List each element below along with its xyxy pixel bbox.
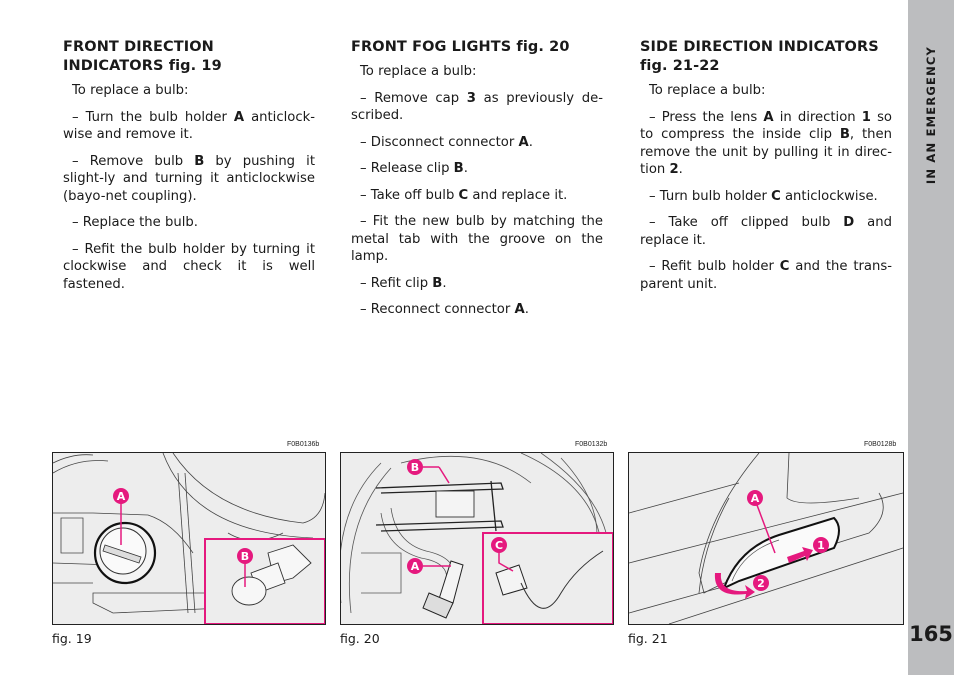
step-text: and replace it. [468,187,568,203]
callout-a-label: A [117,490,126,503]
part-reference: B [194,153,205,169]
figure-code: F0B0128b [864,441,897,448]
step-text: – Refit the bulb holder by turning it cl… [63,241,315,292]
step-text: – Disconnect connector [360,134,519,150]
part-reference: B [453,161,464,176]
section-side-direction-indicators: SIDE DIRECTION INDICATORS fig. 21-22 To … [640,38,892,302]
step-text: – Turn bulb holder [649,188,772,204]
step-text: – Replace the bulb. [72,215,198,230]
callout-1-label: 1 [817,539,825,552]
figure-20-illustration: B A C [340,452,614,625]
step-text: . [524,302,529,317]
instruction-step: – Press the lens A in direction 1 so to … [640,109,892,179]
chapter-label: IN AN EMERGENCY [922,40,940,190]
chapter-label-text: IN AN EMERGENCY [924,45,938,185]
instruction-step: – Reconnect connector A. [351,301,603,319]
part-reference: A [763,109,774,125]
instruction-step: – Release clip B. [351,160,603,178]
part-reference: C [458,187,469,203]
step-text: – Reconnect connector [360,302,515,317]
part-reference: C [771,188,781,204]
part-reference: 1 [861,109,871,125]
steps: – Turn the bulb holder A anticlock-wise … [63,109,315,294]
part-reference: B [432,275,443,291]
part-reference: 2 [669,162,679,177]
step-text: in direction [773,109,862,125]
step-text: – Release clip [360,161,454,176]
instruction-step: – Take off bulb C and replace it. [351,187,603,205]
callout-b-label: B [241,550,249,563]
step-text: – Turn the bulb holder [72,109,234,125]
title-text: SIDE DIRECTION INDICATORS [640,39,879,55]
headlamp-drawing: A B [53,453,325,624]
step-text: – Remove bulb [72,153,195,169]
step-text: – Refit bulb holder [649,259,780,274]
part-reference: D [843,215,855,230]
callout-2-label: 2 [757,577,765,590]
step-text: – Take off bulb [360,187,459,203]
intro-text: To replace a bulb: [649,83,766,98]
instruction-step: – Disconnect connector A. [351,134,603,152]
callout-a-label: A [411,560,420,573]
intro-text: To replace a bulb: [72,83,189,98]
section-title: FRONT DIRECTION INDICATORS fig. 19 [63,38,315,76]
instruction-step: – Fit the new bulb by matching the metal… [351,213,603,266]
fog-light-drawing: B A C [341,453,613,624]
step-text: anticlockwise. [780,188,878,204]
section-front-fog-lights: FRONT FOG LIGHTS fig. 20 To replace a bu… [351,38,603,328]
title-fig-ref: fig. 21-22 [640,58,720,74]
instruction-step: – Refit the bulb holder by turning it cl… [63,241,315,294]
callout-a-label: A [751,492,760,505]
figure-caption: fig. 21 [628,631,668,646]
step-text: . [463,161,468,176]
part-reference: 3 [466,90,476,106]
figure-caption: fig. 20 [340,631,380,646]
step-text: – Refit clip [360,275,433,291]
step-text: . [528,134,533,150]
step-text: . [678,162,683,177]
title-fig-ref: fig. 20 [516,39,570,55]
side-indicator-drawing: A 1 2 [629,453,903,624]
part-reference: A [233,109,245,125]
instruction-step: – Replace the bulb. [63,214,315,232]
instruction-step: – Remove bulb B by pushing it slight-ly … [63,153,315,206]
step-text: – Fit the new bulb by matching the metal… [351,214,603,264]
part-reference: C [779,259,790,274]
step-text: – Press the lens [649,109,764,125]
instruction-step: – Take off clipped bulb D and replace it… [640,214,892,249]
callout-b-label: B [411,461,419,474]
figure-code: F0B0132b [575,441,608,448]
title-fig-ref: fig. 19 [168,58,222,74]
instruction-step: – Refit clip B. [351,275,603,293]
figure-caption: fig. 19 [52,631,92,646]
chapter-sidebar: IN AN EMERGENCY 165 [908,0,954,675]
steps: – Press the lens A in direction 1 so to … [640,109,892,294]
page-number: 165 [909,622,953,646]
instruction-step: – Refit bulb holder C and the trans-pare… [640,258,892,293]
section-title: SIDE DIRECTION INDICATORS fig. 21-22 [640,38,892,76]
figure-19-illustration: A B [52,452,326,625]
part-reference: B [839,127,850,142]
step-text: – Remove cap [360,90,467,106]
instruction-step: – Remove cap 3 as previously de-scribed. [351,90,603,125]
step-text: – Take off clipped bulb [649,215,844,230]
part-reference: A [514,302,525,317]
section-front-direction-indicators: FRONT DIRECTION INDICATORS fig. 19 To re… [63,38,315,302]
intro-text: To replace a bulb: [360,64,477,79]
figure-code: F0B0136b [287,441,320,448]
instruction-step: – Turn the bulb holder A anticlock-wise … [63,109,315,144]
instruction-step: – Turn bulb holder C anticlockwise. [640,188,892,206]
figure-21-illustration: A 1 2 [628,452,904,625]
step-text: . [442,275,447,291]
callout-c-label: C [495,539,503,552]
title-text: FRONT FOG LIGHTS [351,39,512,55]
section-title: FRONT FOG LIGHTS fig. 20 [351,38,603,57]
part-reference: A [518,134,529,150]
steps: – Remove cap 3 as previously de-scribed.… [351,90,603,319]
